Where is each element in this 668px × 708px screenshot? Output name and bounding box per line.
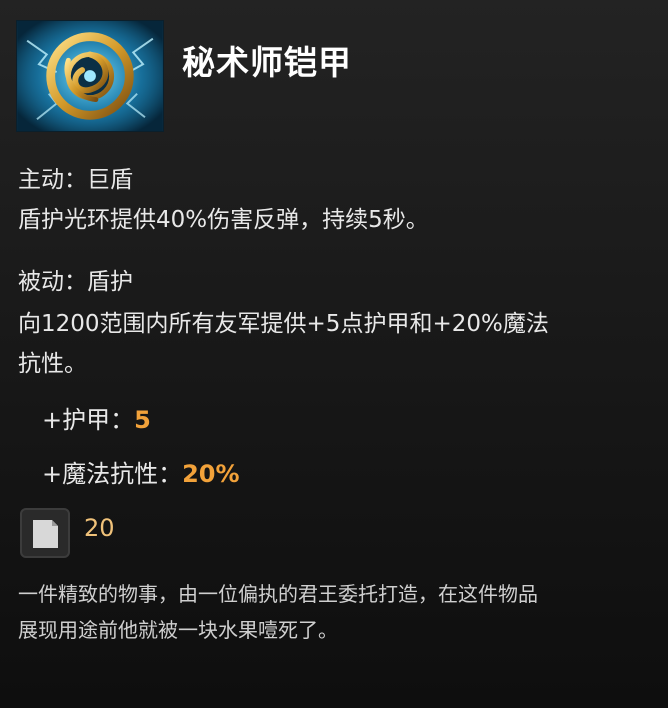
passive-ability-header: 被动：盾护 [18, 269, 133, 295]
stat-magic-resistance-label: +魔法抗性： [42, 460, 183, 488]
lore-text-line2: 展现用途前他就被一块水果噎死了。 [18, 618, 338, 642]
stat-armor-label: +护甲： [42, 406, 135, 434]
passive-ability-description-line2: 抗性。 [18, 351, 87, 377]
passive-ability-description-line1: 向1200范围内所有友军提供+5点护甲和+20%魔法 [18, 311, 549, 337]
cooldown-manacost-icon [20, 508, 70, 558]
active-ability-header: 主动：巨盾 [18, 167, 133, 193]
stat-armor-value: 5 [134, 406, 151, 434]
arcane-shield-amulet-icon [16, 20, 164, 132]
stat-armor: +护甲：5 [42, 400, 151, 435]
lore-text-line1: 一件精致的物事，由一位偏执的君王委托打造，在这件物品 [18, 582, 538, 606]
stat-magic-resistance: +魔法抗性：20% [42, 454, 240, 489]
stat-magic-resistance-value: 20% [182, 460, 240, 488]
item-tooltip: 秘术师铠甲 主动：巨盾 盾护光环提供40%伤害反弹，持续5秒。 被动：盾护 向1… [0, 0, 668, 708]
cost-value: 20 [84, 514, 115, 542]
item-name: 秘术师铠甲 [182, 43, 352, 82]
active-ability-description: 盾护光环提供40%伤害反弹，持续5秒。 [18, 207, 429, 233]
